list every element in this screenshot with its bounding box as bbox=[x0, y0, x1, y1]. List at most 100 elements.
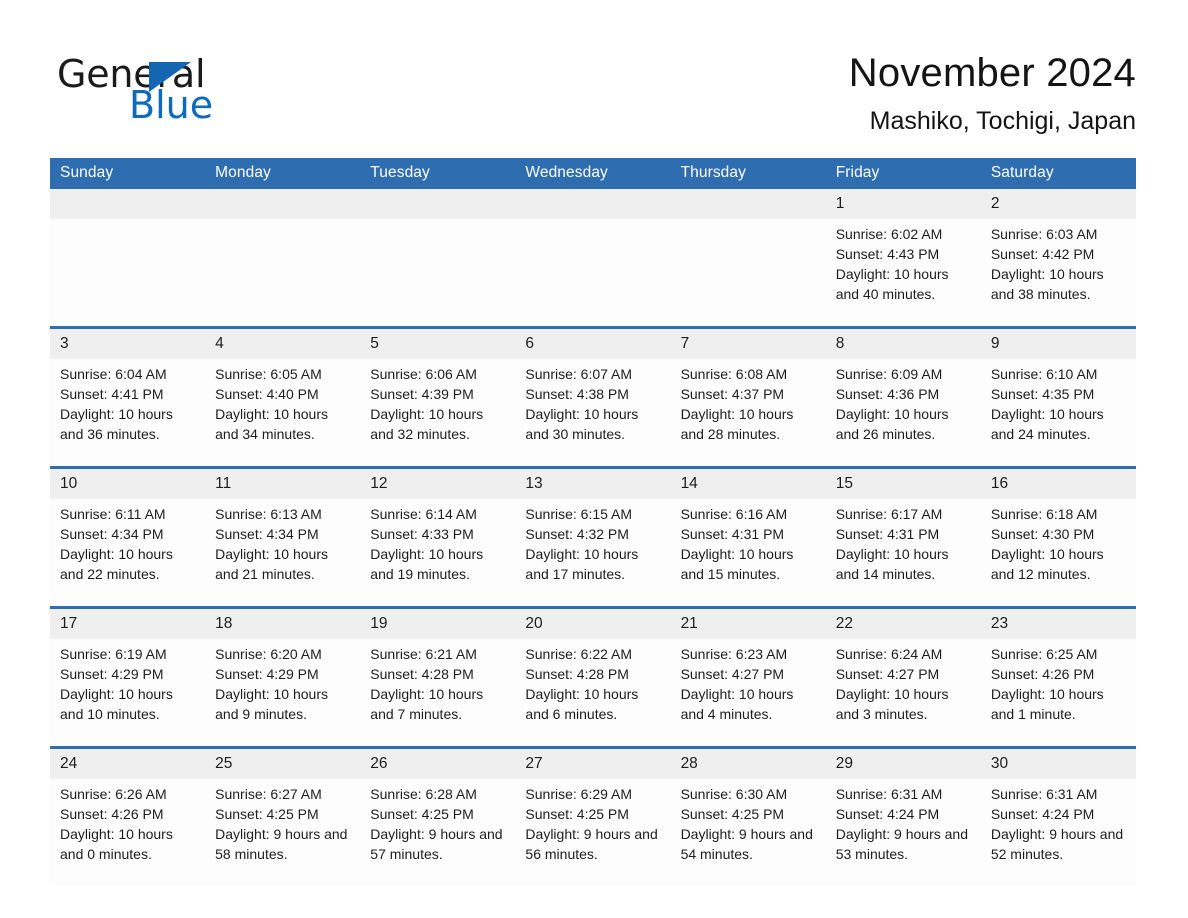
calendar-page: General Blue November 2024 Mashiko, Toch… bbox=[0, 0, 1188, 918]
weekday-header-tuesday: Tuesday bbox=[360, 158, 516, 189]
day-info-cell: Sunrise: 6:13 AM Sunset: 4:34 PM Dayligh… bbox=[205, 499, 361, 608]
day-info-cell: Sunrise: 6:31 AM Sunset: 4:24 PM Dayligh… bbox=[825, 779, 981, 886]
day-number-cell[interactable]: 7 bbox=[670, 326, 826, 359]
week-date-row: 1 2 bbox=[50, 189, 1136, 219]
day-number-cell[interactable]: 16 bbox=[980, 466, 1136, 499]
sunrise-text: Sunrise: 6:15 AM bbox=[525, 506, 633, 522]
sunset-text: Sunset: 4:34 PM bbox=[215, 526, 319, 542]
sunset-text: Sunset: 4:35 PM bbox=[990, 386, 1095, 402]
day-number-cell[interactable]: 18 bbox=[205, 606, 361, 639]
sunrise-text: Sunrise: 6:31 AM bbox=[990, 786, 1098, 802]
day-info-cell: Sunrise: 6:10 AM Sunset: 4:35 PM Dayligh… bbox=[980, 359, 1136, 468]
day-number-cell[interactable]: 3 bbox=[50, 326, 206, 359]
daylight-text: Daylight: 9 hours and 56 minutes. bbox=[525, 826, 658, 862]
day-number-cell[interactable]: 23 bbox=[980, 606, 1136, 639]
sunset-text: Sunset: 4:37 PM bbox=[680, 386, 785, 402]
daylight-text: Daylight: 10 hours and 14 minutes. bbox=[835, 546, 949, 582]
sunrise-text: Sunrise: 6:21 AM bbox=[370, 646, 477, 662]
day-info-cell: Sunrise: 6:21 AM Sunset: 4:28 PM Dayligh… bbox=[360, 639, 516, 748]
day-info-cell: Sunrise: 6:19 AM Sunset: 4:29 PM Dayligh… bbox=[50, 639, 206, 748]
day-number-cell-empty bbox=[360, 189, 516, 219]
sunset-text: Sunset: 4:33 PM bbox=[370, 526, 474, 542]
day-number-cell[interactable]: 28 bbox=[670, 746, 826, 779]
day-number-cell[interactable]: 25 bbox=[205, 746, 361, 779]
day-info-cell: Sunrise: 6:24 AM Sunset: 4:27 PM Dayligh… bbox=[825, 639, 981, 748]
day-info-cell: Sunrise: 6:02 AM Sunset: 4:43 PM Dayligh… bbox=[825, 219, 981, 328]
day-info-cell-empty bbox=[670, 219, 826, 328]
day-info-cell: Sunrise: 6:28 AM Sunset: 4:25 PM Dayligh… bbox=[360, 779, 516, 886]
daylight-text: Daylight: 10 hours and 34 minutes. bbox=[215, 406, 328, 442]
day-number-cell[interactable]: 9 bbox=[980, 326, 1136, 359]
sunset-text: Sunset: 4:40 PM bbox=[215, 386, 319, 402]
day-number-cell[interactable]: 8 bbox=[825, 326, 981, 359]
day-number-cell[interactable]: 29 bbox=[825, 746, 981, 779]
daylight-text: Daylight: 10 hours and 19 minutes. bbox=[370, 546, 484, 582]
sunset-text: Sunset: 4:42 PM bbox=[990, 246, 1095, 262]
sunrise-text: Sunrise: 6:13 AM bbox=[215, 506, 322, 522]
day-number-cell[interactable]: 30 bbox=[980, 746, 1136, 779]
sunrise-text: Sunrise: 6:25 AM bbox=[990, 646, 1098, 662]
sunrise-text: Sunrise: 6:30 AM bbox=[680, 786, 788, 802]
sunset-text: Sunset: 4:31 PM bbox=[835, 526, 940, 542]
day-number-cell[interactable]: 27 bbox=[515, 746, 671, 779]
day-info-cell: Sunrise: 6:27 AM Sunset: 4:25 PM Dayligh… bbox=[205, 779, 361, 886]
day-number-cell[interactable]: 10 bbox=[50, 466, 206, 499]
day-info-cell: Sunrise: 6:17 AM Sunset: 4:31 PM Dayligh… bbox=[825, 499, 981, 608]
week-info-row: Sunrise: 6:11 AM Sunset: 4:34 PM Dayligh… bbox=[50, 499, 1136, 608]
day-number-cell[interactable]: 15 bbox=[825, 466, 981, 499]
sunset-text: Sunset: 4:38 PM bbox=[525, 386, 629, 402]
sunrise-text: Sunrise: 6:24 AM bbox=[835, 646, 943, 662]
day-number-cell[interactable]: 5 bbox=[360, 326, 516, 359]
day-number-cell[interactable]: 13 bbox=[515, 466, 671, 499]
week-info-row: Sunrise: 6:04 AM Sunset: 4:41 PM Dayligh… bbox=[50, 359, 1136, 468]
day-number-cell[interactable]: 24 bbox=[50, 746, 206, 779]
day-number-cell[interactable]: 6 bbox=[515, 326, 671, 359]
day-info-cell: Sunrise: 6:31 AM Sunset: 4:24 PM Dayligh… bbox=[980, 779, 1136, 886]
week-date-row: 17 18 19 20 21 22 23 bbox=[50, 606, 1136, 639]
day-number-cell[interactable]: 22 bbox=[825, 606, 981, 639]
sunrise-text: Sunrise: 6:26 AM bbox=[60, 786, 167, 802]
sunrise-text: Sunrise: 6:11 AM bbox=[60, 506, 166, 522]
sunrise-text: Sunrise: 6:23 AM bbox=[680, 646, 788, 662]
day-number-cell[interactable]: 1 bbox=[825, 189, 981, 219]
day-info-cell: Sunrise: 6:09 AM Sunset: 4:36 PM Dayligh… bbox=[825, 359, 981, 468]
day-info-cell: Sunrise: 6:30 AM Sunset: 4:25 PM Dayligh… bbox=[670, 779, 826, 886]
day-number-cell-empty bbox=[205, 189, 361, 219]
logo-text-blue: Blue bbox=[129, 83, 214, 127]
daylight-text: Daylight: 10 hours and 24 minutes. bbox=[990, 406, 1104, 442]
weekday-header-thursday: Thursday bbox=[670, 158, 826, 189]
generalblue-logo[interactable]: General Blue bbox=[57, 52, 337, 127]
day-number-cell[interactable]: 21 bbox=[670, 606, 826, 639]
sunrise-text: Sunrise: 6:27 AM bbox=[215, 786, 322, 802]
day-number-cell[interactable]: 20 bbox=[515, 606, 671, 639]
day-info-cell: Sunrise: 6:06 AM Sunset: 4:39 PM Dayligh… bbox=[360, 359, 516, 468]
sunset-text: Sunset: 4:25 PM bbox=[215, 806, 319, 822]
daylight-text: Daylight: 10 hours and 12 minutes. bbox=[990, 546, 1104, 582]
day-info-cell-empty bbox=[205, 219, 361, 328]
day-number-cell[interactable]: 12 bbox=[360, 466, 516, 499]
day-number-cell[interactable]: 26 bbox=[360, 746, 516, 779]
daylight-text: Daylight: 10 hours and 3 minutes. bbox=[835, 686, 949, 722]
day-number-cell[interactable]: 14 bbox=[670, 466, 826, 499]
day-info-cell: Sunrise: 6:25 AM Sunset: 4:26 PM Dayligh… bbox=[980, 639, 1136, 748]
day-number-cell[interactable]: 4 bbox=[205, 326, 361, 359]
day-number-cell[interactable]: 19 bbox=[360, 606, 516, 639]
week-date-row: 3 4 5 6 7 8 9 bbox=[50, 326, 1136, 359]
day-number-cell[interactable]: 11 bbox=[205, 466, 361, 499]
daylight-text: Daylight: 10 hours and 1 minute. bbox=[990, 686, 1104, 722]
calendar-table: Sunday Monday Tuesday Wednesday Thursday… bbox=[50, 158, 1136, 886]
daylight-text: Daylight: 10 hours and 7 minutes. bbox=[370, 686, 484, 722]
sunrise-text: Sunrise: 6:02 AM bbox=[835, 226, 943, 242]
sunset-text: Sunset: 4:28 PM bbox=[525, 666, 629, 682]
weekday-header-saturday: Saturday bbox=[980, 158, 1136, 189]
day-number-cell[interactable]: 2 bbox=[980, 189, 1136, 219]
sunrise-text: Sunrise: 6:04 AM bbox=[60, 366, 167, 382]
sunrise-text: Sunrise: 6:14 AM bbox=[370, 506, 477, 522]
sunset-text: Sunset: 4:30 PM bbox=[990, 526, 1095, 542]
calendar-grid: Sunday Monday Tuesday Wednesday Thursday… bbox=[50, 158, 1136, 886]
week-date-row: 24 25 26 27 28 29 30 bbox=[50, 746, 1136, 779]
day-number-cell[interactable]: 17 bbox=[50, 606, 206, 639]
day-info-cell: Sunrise: 6:07 AM Sunset: 4:38 PM Dayligh… bbox=[515, 359, 671, 468]
sunrise-text: Sunrise: 6:28 AM bbox=[370, 786, 477, 802]
daylight-text: Daylight: 10 hours and 30 minutes. bbox=[525, 406, 639, 442]
